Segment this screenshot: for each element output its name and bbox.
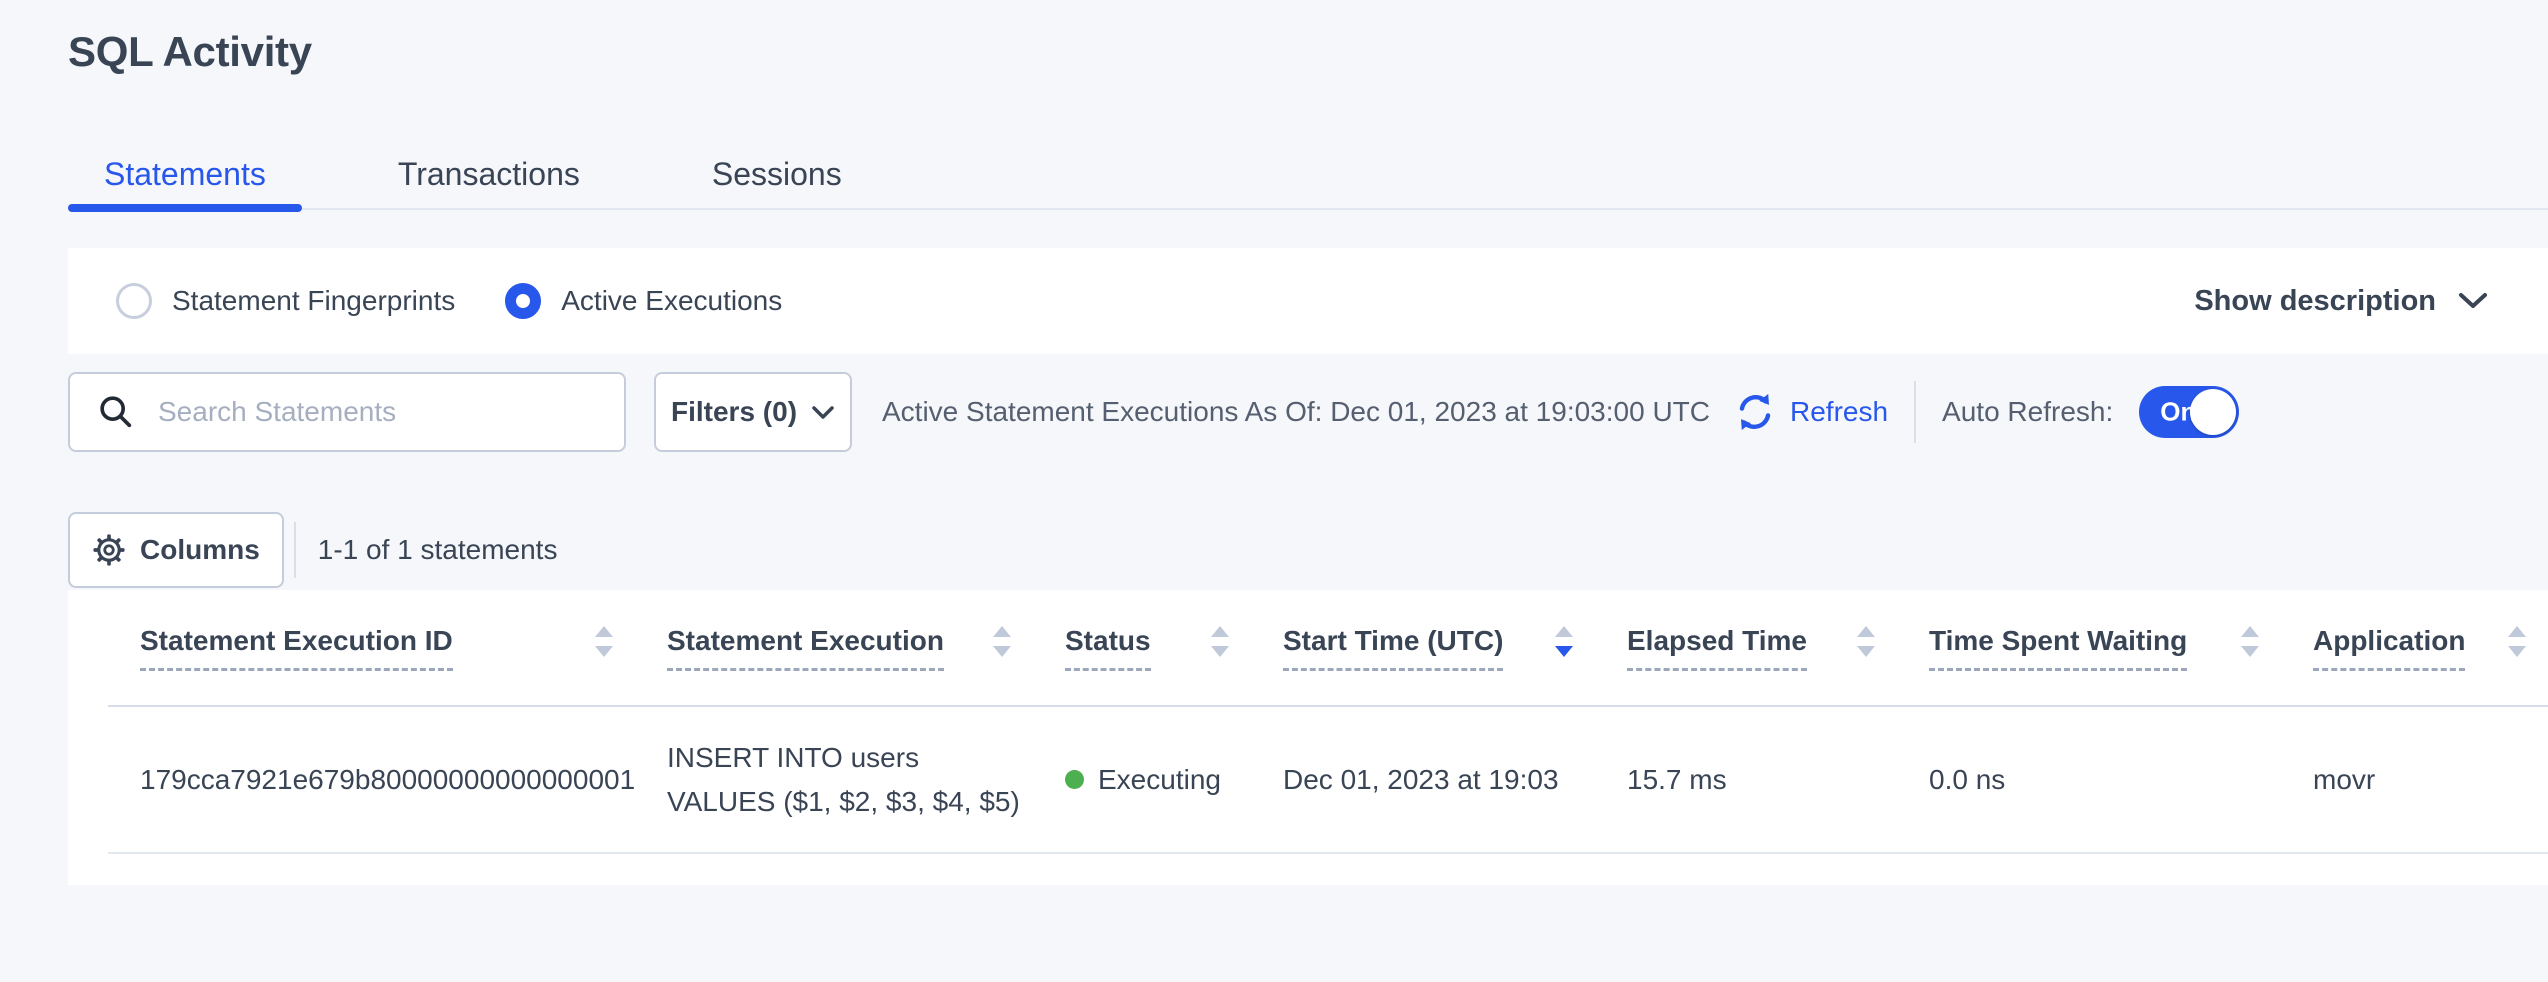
column-header-application[interactable]: Application — [2281, 590, 2548, 705]
filters-button[interactable]: Filters (0) — [654, 372, 852, 452]
tab-sessions[interactable]: Sessions — [676, 138, 878, 212]
status-dot-icon — [1065, 770, 1084, 789]
cell-status: Executing — [1033, 707, 1251, 852]
cell-elapsed-time: 15.7 ms — [1595, 707, 1897, 852]
cell-time-spent-waiting: 0.0 ns — [1897, 707, 2281, 852]
column-header-statement-execution[interactable]: Statement Execution — [635, 590, 1033, 705]
chevron-down-icon — [2458, 292, 2488, 310]
table-row[interactable]: 179cca7921e679b80000000000000001 INSERT … — [108, 707, 2548, 854]
cell-start-time: Dec 01, 2023 at 19:03 — [1251, 707, 1595, 852]
sort-desc-icon — [1553, 625, 1575, 659]
status-badge: Executing — [1098, 764, 1221, 796]
columns-button[interactable]: Columns — [68, 512, 284, 588]
search-input-wrapper — [68, 372, 626, 452]
radio-unselected-icon — [116, 283, 152, 319]
show-description-toggle[interactable]: Show description — [2194, 285, 2488, 318]
statements-table-card: Statement Execution ID Statement Executi… — [68, 590, 2548, 885]
cell-statement-execution-id: 179cca7921e679b80000000000000001 — [108, 707, 635, 852]
radio-label: Statement Fingerprints — [172, 285, 455, 317]
radio-label: Active Executions — [561, 285, 782, 317]
table-header-row: Statement Execution ID Statement Executi… — [108, 590, 2548, 707]
sort-icon — [593, 625, 615, 659]
tab-transactions[interactable]: Transactions — [362, 138, 616, 212]
auto-refresh-label: Auto Refresh: — [1942, 396, 2113, 428]
search-input[interactable] — [156, 395, 604, 429]
gear-icon — [92, 533, 126, 567]
tab-statements[interactable]: Statements — [68, 138, 302, 212]
divider — [294, 522, 296, 578]
refresh-button[interactable]: Refresh — [1732, 389, 1888, 435]
controls-row: Filters (0) Active Statement Executions … — [68, 372, 2548, 452]
cell-statement-execution: INSERT INTO users VALUES ($1, $2, $3, $4… — [635, 707, 1033, 852]
as-of-text: Active Statement Executions As Of: Dec 0… — [882, 396, 1710, 428]
sort-icon — [1855, 625, 1877, 659]
toggle-knob-icon — [2190, 389, 2236, 435]
column-header-status[interactable]: Status — [1033, 590, 1251, 705]
radio-statement-fingerprints[interactable]: Statement Fingerprints — [116, 283, 455, 319]
sort-icon — [2506, 625, 2528, 659]
table-controls-row: Columns 1-1 of 1 statements — [68, 512, 557, 588]
column-header-time-spent-waiting[interactable]: Time Spent Waiting — [1897, 590, 2281, 705]
sort-icon — [2239, 625, 2261, 659]
page-title: SQL Activity — [68, 28, 312, 76]
refresh-icon — [1732, 389, 1778, 435]
divider — [1914, 381, 1916, 443]
tab-bar: Statements Transactions Sessions — [68, 138, 2548, 212]
column-header-statement-execution-id[interactable]: Statement Execution ID — [108, 590, 635, 705]
auto-refresh-toggle[interactable]: On — [2139, 386, 2239, 438]
sort-icon — [991, 625, 1013, 659]
radio-selected-icon — [505, 283, 541, 319]
view-mode-card: Statement Fingerprints Active Executions… — [68, 248, 2548, 354]
sort-icon — [1209, 625, 1231, 659]
search-icon — [96, 392, 136, 432]
cell-application: movr — [2281, 707, 2548, 852]
result-count: 1-1 of 1 statements — [318, 534, 558, 566]
radio-active-executions[interactable]: Active Executions — [505, 283, 782, 319]
chevron-down-icon — [811, 405, 835, 420]
column-header-start-time[interactable]: Start Time (UTC) — [1251, 590, 1595, 705]
column-header-elapsed-time[interactable]: Elapsed Time — [1595, 590, 1897, 705]
